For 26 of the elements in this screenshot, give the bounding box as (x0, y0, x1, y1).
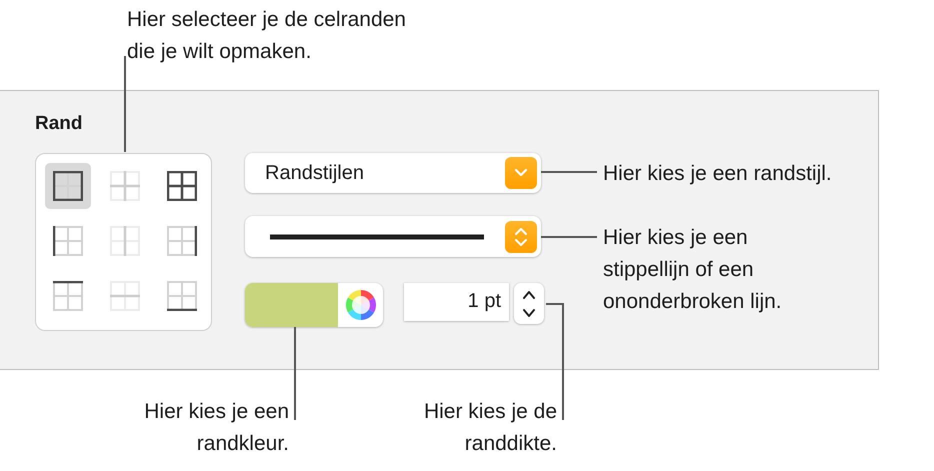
leader-line (541, 171, 597, 173)
width-field[interactable]: 1 pt (404, 283, 509, 321)
border-button[interactable] (45, 163, 91, 209)
callout-text: Hier kies je een randkleur. (144, 399, 289, 457)
border-style-menu[interactable]: Randstijlen (245, 153, 541, 193)
cell-border-icon (53, 171, 83, 201)
cell-border-icon (110, 171, 140, 201)
cell-border-icon (53, 281, 83, 311)
section-title: Rand (35, 113, 84, 136)
cell-border-icon (167, 226, 197, 256)
callout-text: Hier selecteer je de celranden die je wilt opmaken. (127, 7, 406, 65)
chevron-down-icon (514, 168, 528, 178)
callout-text: Hier kies je de randdikte. (424, 399, 557, 457)
width-stepper[interactable] (514, 283, 544, 324)
cell-border-icon (110, 226, 140, 256)
leader-line (541, 236, 597, 238)
color-wheel-icon[interactable] (344, 289, 376, 321)
callout-text: Hier kies je een stippellijn of een ononderbroken lijn. (603, 225, 782, 315)
callout-text: Hier kies je een randstijl. (603, 161, 832, 187)
cell-border-icon (167, 281, 197, 311)
color-well[interactable] (245, 283, 383, 327)
cell-border-icon (53, 226, 83, 256)
line-style-menu[interactable] (245, 216, 541, 257)
up-down-chevron-icon (514, 226, 528, 248)
cell-border-icon (110, 281, 140, 311)
cell-border-icon (167, 171, 197, 201)
